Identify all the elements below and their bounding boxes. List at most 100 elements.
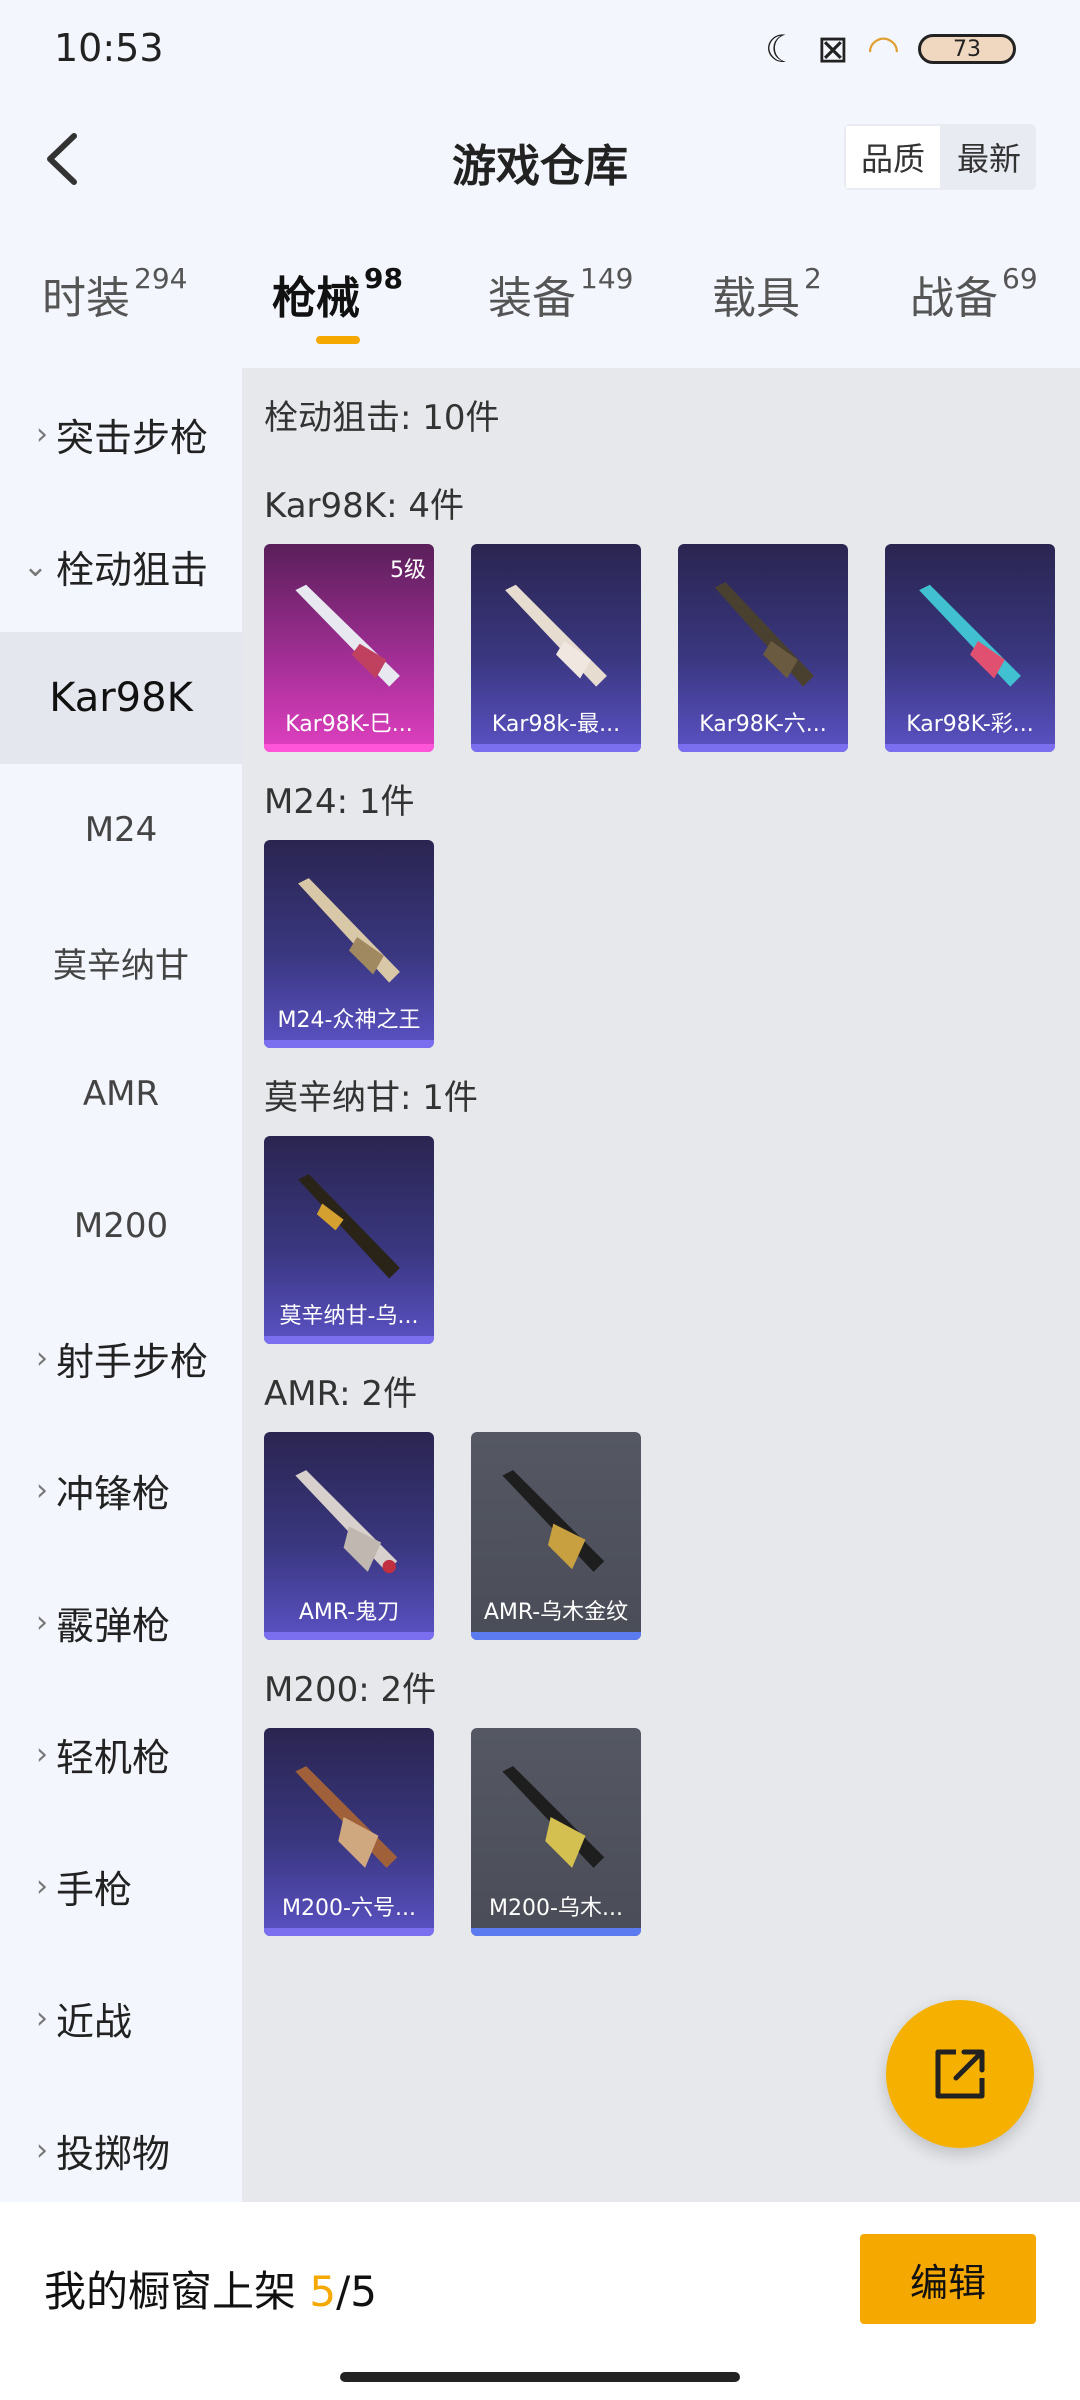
sidebar-item-label: M200 xyxy=(73,1206,169,1246)
tab-label: 战备 xyxy=(910,273,998,324)
weapon-name: Kar98K-彩... xyxy=(906,712,1034,737)
weapon-category-sidebar: › 突击步枪 ⌄ 栓动狙击 Kar98K M24 莫辛纳甘 AMR M200 › 射手… xyxy=(0,368,242,2202)
rifle-icon xyxy=(298,1174,400,1279)
quality-bar xyxy=(678,744,848,752)
sort-quality-button[interactable]: 品质 xyxy=(844,124,942,190)
weapon-card[interactable]: M24-众神之王 xyxy=(264,840,434,1048)
weapon-card[interactable]: AMR-鬼刀 xyxy=(264,1432,434,1640)
weapon-card[interactable]: 5级 Kar98K-巳... xyxy=(264,544,434,752)
weapon-name: M200-六号... xyxy=(282,1896,416,1921)
external-link-icon xyxy=(935,2049,985,2099)
sidebar-item-label: 栓动狙击 xyxy=(56,547,209,592)
weapon-card[interactable]: Kar98K-六... xyxy=(678,544,848,752)
chevron-down-icon: ⌄ xyxy=(22,548,48,584)
sidebar-item-mosin[interactable]: 莫辛纳甘 xyxy=(0,896,242,1028)
weapon-name: M24-众神之王 xyxy=(277,1008,421,1033)
home-indicator[interactable] xyxy=(340,2372,740,2382)
sidebar-item-amr[interactable]: AMR xyxy=(0,1028,242,1160)
share-button[interactable] xyxy=(886,2000,1034,2148)
tab-label: 载具 xyxy=(712,273,800,324)
weapon-card[interactable]: AMR-乌木金纹 xyxy=(471,1432,641,1640)
edit-button[interactable]: 编辑 xyxy=(860,2234,1036,2324)
sidebar-item-label: 突击步枪 xyxy=(56,415,209,460)
chevron-right-icon: › xyxy=(36,2000,48,2036)
sidebar-item-label: 轻机枪 xyxy=(56,1735,171,1780)
rifle-icon xyxy=(295,1766,398,1868)
group-title-m24: M24: 1件 xyxy=(264,782,415,822)
chevron-right-icon: › xyxy=(36,1340,48,1376)
weapon-name: M200-乌木... xyxy=(489,1896,623,1921)
battery-icon: 73 xyxy=(918,34,1016,64)
tab-equipment[interactable]: 装备 149 xyxy=(488,262,633,326)
quality-bar xyxy=(264,744,434,752)
quality-bar xyxy=(264,1928,434,1936)
rifle-icon xyxy=(505,584,607,687)
sidebar-item-label: 霰弹枪 xyxy=(56,1603,171,1648)
quality-bar xyxy=(885,744,1055,752)
tab-count: 149 xyxy=(580,262,634,295)
showcase-status: 我的橱窗上架 5/5 xyxy=(44,2258,377,2319)
showcase-label: 我的橱窗上架 xyxy=(44,2267,297,2316)
weapon-name: Kar98K-巳... xyxy=(285,712,413,737)
weapon-card[interactable]: Kar98K-彩... xyxy=(885,544,1055,752)
sidebar-item-lmg[interactable]: › 轻机枪 xyxy=(0,1688,242,1820)
sidebar-item-melee[interactable]: › 近战 xyxy=(0,1952,242,2084)
status-bar: 10:53 ☾ ⊠ ◠ 73 xyxy=(0,0,1080,100)
weapon-card[interactable]: 莫辛纳甘-乌... xyxy=(264,1136,434,1344)
sidebar-item-throwables[interactable]: › 投掷物 xyxy=(0,2084,242,2216)
chevron-right-icon: › xyxy=(36,416,48,452)
tab-fashion[interactable]: 时装 294 xyxy=(42,262,187,326)
tab-count: 294 xyxy=(134,262,188,295)
weapon-card[interactable]: M200-乌木... xyxy=(471,1728,641,1936)
sidebar-item-smg[interactable]: › 冲锋枪 xyxy=(0,1424,242,1556)
sidebar-item-m24[interactable]: M24 xyxy=(0,764,242,896)
tab-supplies[interactable]: 战备 69 xyxy=(910,262,1038,326)
sidebar-item-marksman-rifle[interactable]: › 射手步枪 xyxy=(0,1292,242,1424)
quality-bar xyxy=(264,1040,434,1048)
sidebar-item-label: Kar98K xyxy=(49,675,193,721)
sort-toggle: 品质 最新 xyxy=(844,124,1036,190)
tab-firearms[interactable]: 枪械 98 xyxy=(272,262,403,326)
group-title-m200: M200: 2件 xyxy=(264,1670,437,1710)
tab-vehicles[interactable]: 载具 2 xyxy=(712,262,822,326)
weapon-grid: 栓动狙击: 10件 Kar98K: 4件 5级 Kar98K-巳... Kar9… xyxy=(242,368,1080,2202)
chevron-right-icon: › xyxy=(36,1472,48,1508)
sidebar-item-assault-rifle[interactable]: › 突击步枪 xyxy=(0,368,242,500)
weapon-name: AMR-鬼刀 xyxy=(298,1600,400,1625)
showcase-total: /5 xyxy=(336,2267,377,2316)
weapon-name: AMR-乌木金纹 xyxy=(483,1600,629,1625)
sidebar-item-label: AMR xyxy=(82,1074,160,1114)
weapon-card[interactable]: M200-六号... xyxy=(264,1728,434,1936)
rifle-icon xyxy=(298,878,400,983)
app-header: 游戏仓库 品质 最新 xyxy=(0,100,1080,220)
tab-count: 2 xyxy=(804,262,822,295)
sidebar-item-shotgun[interactable]: › 霰弹枪 xyxy=(0,1556,242,1688)
sort-latest-button[interactable]: 最新 xyxy=(942,124,1036,190)
tab-label: 装备 xyxy=(488,273,576,324)
weapon-name: 莫辛纳甘-乌... xyxy=(279,1304,419,1329)
battery-level: 73 xyxy=(953,36,981,62)
category-tabs: 时装 294 枪械 98 装备 149 载具 2 战备 69 xyxy=(0,250,1080,350)
showcase-current: 5 xyxy=(309,2267,337,2316)
group-title-kar98k: Kar98K: 4件 xyxy=(264,486,464,526)
weapon-name: Kar98k-最... xyxy=(491,712,621,737)
tab-count: 69 xyxy=(1002,262,1038,295)
rifle-icon xyxy=(295,1470,398,1574)
clock: 10:53 xyxy=(54,26,164,70)
group-title-amr: AMR: 2件 xyxy=(264,1374,418,1414)
sidebar-item-label: M24 xyxy=(84,810,158,850)
level-badge: 5级 xyxy=(390,558,426,583)
category-summary: 栓动狙击: 10件 xyxy=(264,398,500,438)
chevron-right-icon: › xyxy=(36,1604,48,1640)
rifle-icon xyxy=(714,582,814,687)
sidebar-item-label: 投掷物 xyxy=(56,2131,171,2176)
chevron-right-icon: › xyxy=(36,2132,48,2168)
rifle-icon xyxy=(502,1470,605,1572)
weapon-card[interactable]: Kar98k-最... xyxy=(471,544,641,752)
sidebar-item-kar98k[interactable]: Kar98K xyxy=(0,632,242,764)
sidebar-item-m200[interactable]: M200 xyxy=(0,1160,242,1292)
sidebar-item-pistol[interactable]: › 手枪 xyxy=(0,1820,242,1952)
sidebar-item-bolt-sniper[interactable]: ⌄ 栓动狙击 xyxy=(0,500,242,632)
quality-bar xyxy=(471,744,641,752)
wifi-icon: ◠ xyxy=(866,27,900,71)
